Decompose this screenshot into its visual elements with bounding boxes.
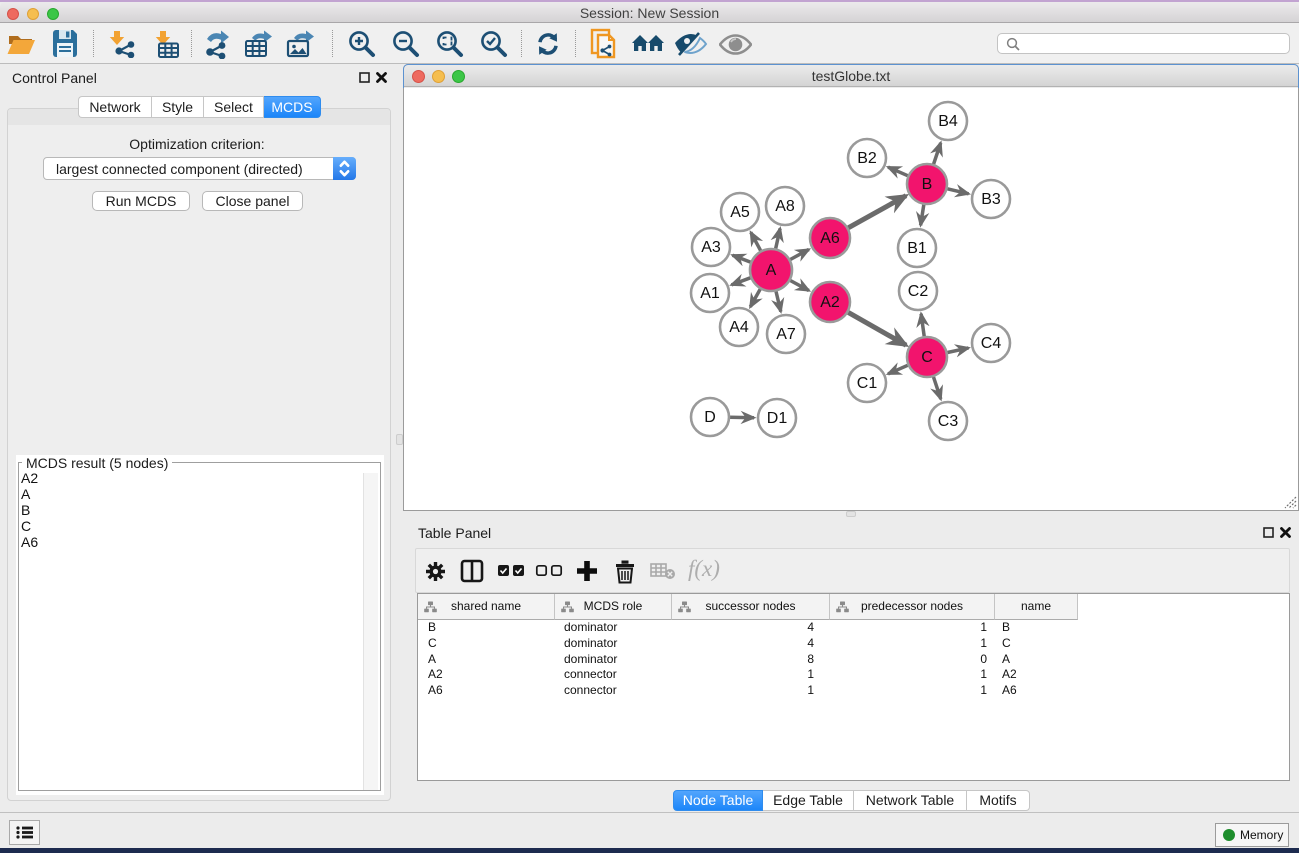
svg-text:C1: C1 (857, 375, 878, 392)
svg-text:A5: A5 (730, 204, 750, 221)
svg-text:B1: B1 (907, 240, 927, 257)
svg-text:A7: A7 (776, 326, 796, 343)
svg-text:B2: B2 (857, 150, 877, 167)
svg-text:C4: C4 (981, 335, 1002, 352)
svg-text:B4: B4 (938, 113, 958, 130)
svg-text:A: A (766, 262, 777, 279)
svg-text:A4: A4 (729, 319, 749, 336)
svg-text:C3: C3 (938, 413, 959, 430)
svg-text:A2: A2 (820, 294, 840, 311)
svg-text:D1: D1 (767, 410, 788, 427)
svg-text:C2: C2 (908, 283, 929, 300)
svg-text:B: B (922, 176, 933, 193)
svg-text:D: D (704, 409, 716, 426)
svg-text:A3: A3 (701, 239, 721, 256)
svg-text:B3: B3 (981, 191, 1001, 208)
svg-text:A6: A6 (820, 230, 840, 247)
svg-text:A8: A8 (775, 198, 795, 215)
svg-text:A1: A1 (700, 285, 720, 302)
svg-text:C: C (921, 349, 933, 366)
